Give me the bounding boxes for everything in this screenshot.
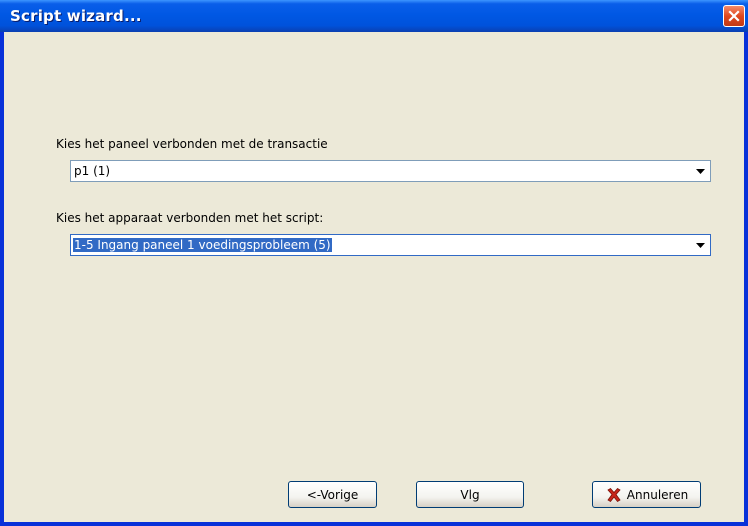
cancel-button[interactable]: Annuleren — [592, 481, 701, 508]
title-bar[interactable]: Script wizard... — [0, 0, 748, 32]
script-wizard-window: Script wizard... Kies het paneel verbond… — [0, 0, 748, 526]
next-button[interactable]: Vlg — [416, 481, 524, 508]
chevron-down-icon[interactable] — [691, 162, 709, 180]
chevron-down-icon[interactable] — [691, 236, 709, 254]
panel-select-value: p1 (1) — [74, 164, 111, 178]
cancel-button-label: Annuleren — [626, 487, 689, 502]
close-icon — [728, 10, 740, 22]
previous-button[interactable]: <-Vorige — [288, 481, 377, 508]
device-select-value: 1-5 Ingang paneel 1 voedingsprobleem (5) — [73, 238, 332, 252]
window-title: Script wizard... — [10, 7, 142, 25]
device-select[interactable]: 1-5 Ingang paneel 1 voedingsprobleem (5) — [70, 234, 711, 256]
panel-select[interactable]: p1 (1) — [70, 160, 711, 182]
previous-button-label: <-Vorige — [306, 487, 359, 502]
close-button[interactable] — [723, 5, 745, 27]
next-button-label: Vlg — [460, 487, 480, 502]
device-label: Kies het apparaat verbonden met het scri… — [56, 211, 324, 225]
panel-label: Kies het paneel verbonden met de transac… — [56, 137, 328, 151]
red-x-icon — [605, 486, 623, 504]
